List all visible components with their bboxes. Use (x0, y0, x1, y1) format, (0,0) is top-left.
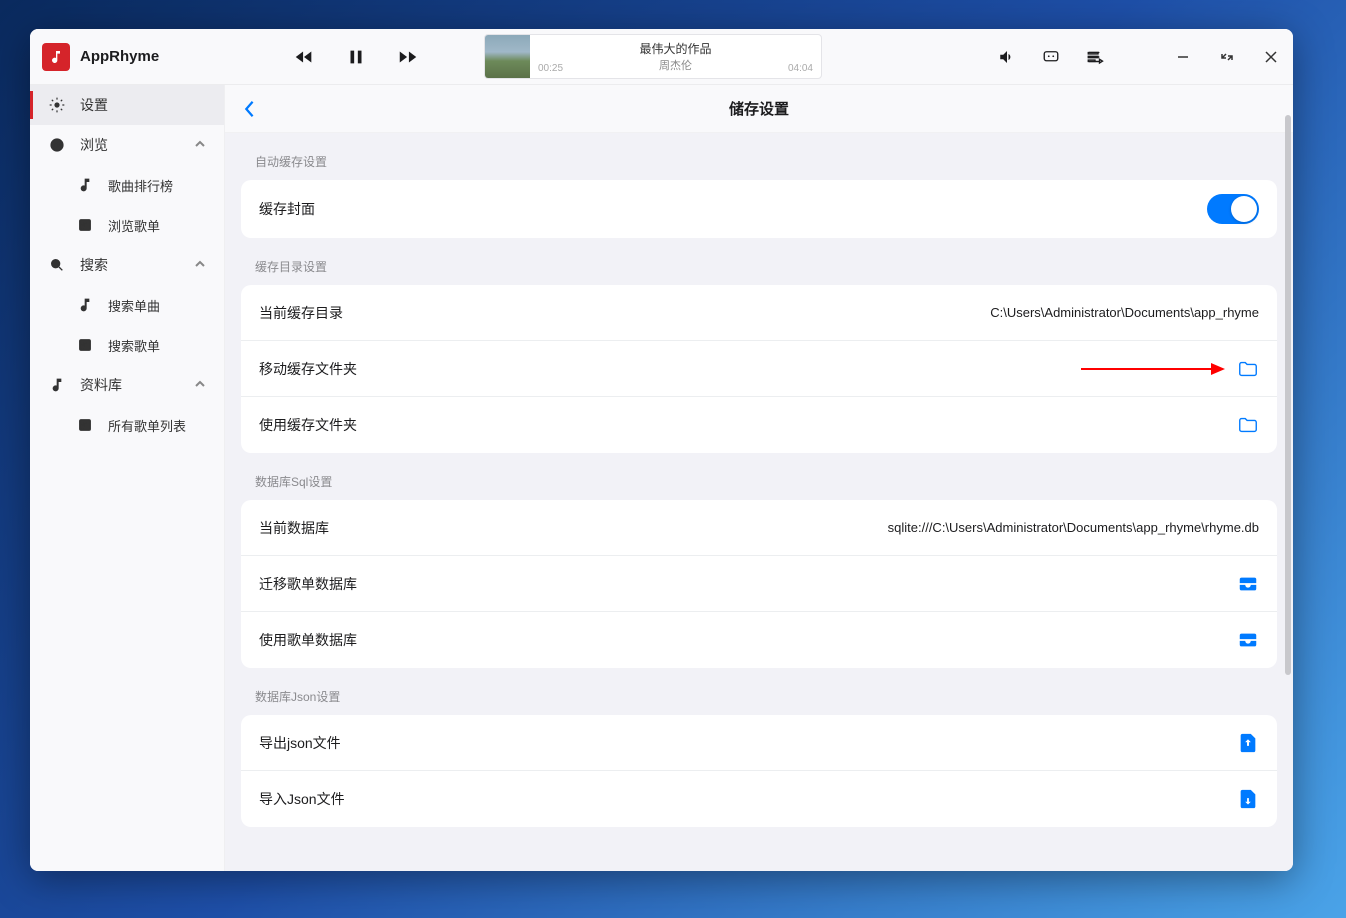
album-art (485, 34, 530, 79)
window-buttons (1173, 47, 1281, 67)
row-current-db: 当前数据库 sqlite:///C:\Users\Administrator\D… (241, 500, 1277, 556)
row-value: sqlite:///C:\Users\Administrator\Documen… (888, 520, 1259, 535)
row-label: 当前缓存目录 (259, 303, 343, 323)
row-label: 当前数据库 (259, 518, 329, 538)
sidebar-sub-search-playlists[interactable]: 搜索歌单 (30, 325, 224, 365)
titlebar-right (997, 47, 1281, 67)
subheader: 储存设置 (225, 85, 1293, 133)
next-button[interactable] (396, 45, 420, 69)
row-label: 导出json文件 (259, 733, 341, 753)
row-migrate-playlist-db[interactable]: 迁移歌单数据库 (241, 556, 1277, 612)
row-export-json[interactable]: 导出json文件 (241, 715, 1277, 771)
pause-button[interactable] (344, 45, 368, 69)
back-button[interactable] (237, 97, 261, 121)
chevron-up-icon (194, 257, 206, 273)
playlist-icon (76, 216, 94, 234)
card-cachedir: 当前缓存目录 C:\Users\Administrator\Documents\… (241, 285, 1277, 453)
sidebar-item-label: 搜索 (80, 255, 108, 275)
card-autocache: 缓存封面 (241, 180, 1277, 238)
row-use-cache-folder[interactable]: 使用缓存文件夹 (241, 397, 1277, 453)
sidebar-sub-browse-playlists[interactable]: 浏览歌单 (30, 205, 224, 245)
app-name: AppRhyme (80, 48, 159, 65)
now-playing-info: 最伟大的作品 周杰伦 00:25 04:04 (530, 35, 821, 78)
queue-icon[interactable] (1085, 47, 1105, 67)
row-current-cache-dir: 当前缓存目录 C:\Users\Administrator\Documents\… (241, 285, 1277, 341)
app-brand: AppRhyme (42, 43, 224, 71)
sidebar-item-label: 资料库 (80, 375, 122, 395)
volume-icon[interactable] (997, 47, 1017, 67)
total-time: 04:04 (788, 63, 813, 74)
body: 设置 浏览 歌曲排行榜 浏览歌单 搜索 搜索单曲 (30, 85, 1293, 871)
music-note-icon (48, 376, 66, 394)
section-label-dbjson: 数据库Json设置 (225, 668, 1293, 715)
row-cache-cover: 缓存封面 (241, 180, 1277, 238)
row-label: 使用歌单数据库 (259, 630, 357, 650)
sidebar-sub-label: 歌曲排行榜 (108, 176, 173, 195)
sidebar-item-search[interactable]: 搜索 (30, 245, 224, 285)
section-label-autocache: 自动缓存设置 (225, 133, 1293, 180)
minimize-button[interactable] (1173, 47, 1193, 67)
close-button[interactable] (1261, 47, 1281, 67)
content: 储存设置 自动缓存设置 缓存封面 缓存目录设置 当前缓存目录 C:\Users\… (225, 85, 1293, 871)
sidebar: 设置 浏览 歌曲排行榜 浏览歌单 搜索 搜索单曲 (30, 85, 225, 871)
sidebar-sub-label: 所有歌单列表 (108, 416, 186, 435)
sidebar-sub-label: 浏览歌单 (108, 216, 160, 235)
annotation-arrow (1081, 368, 1211, 370)
sidebar-item-settings[interactable]: 设置 (30, 85, 224, 125)
folder-icon[interactable] (1237, 358, 1259, 380)
row-use-playlist-db[interactable]: 使用歌单数据库 (241, 612, 1277, 668)
sidebar-sub-search-songs[interactable]: 搜索单曲 (30, 285, 224, 325)
card-dbsql: 当前数据库 sqlite:///C:\Users\Administrator\D… (241, 500, 1277, 668)
music-note-icon (76, 176, 94, 194)
chevron-up-icon (194, 377, 206, 393)
row-move-cache-folder[interactable]: 移动缓存文件夹 (241, 341, 1277, 397)
tray-icon[interactable] (1237, 629, 1259, 651)
card-dbjson: 导出json文件 导入Json文件 (241, 715, 1277, 827)
sidebar-sub-all-playlists[interactable]: 所有歌单列表 (30, 405, 224, 445)
row-value: C:\Users\Administrator\Documents\app_rhy… (990, 305, 1259, 320)
scrollbar[interactable] (1285, 115, 1291, 675)
sidebar-sub-label: 搜索歌单 (108, 336, 160, 355)
sidebar-item-label: 浏览 (80, 135, 108, 155)
track-title: 最伟大的作品 (639, 40, 711, 57)
tray-icon[interactable] (1237, 573, 1259, 595)
compass-icon (48, 136, 66, 154)
sidebar-sub-label: 搜索单曲 (108, 296, 160, 315)
app-window: AppRhyme 最伟大的作品 周杰伦 00:25 04:04 (30, 29, 1293, 871)
playlist-icon (76, 336, 94, 354)
lyrics-icon[interactable] (1041, 47, 1061, 67)
track-artist: 周杰伦 (659, 57, 692, 73)
file-download-icon[interactable] (1237, 788, 1259, 810)
sidebar-sub-song-ranking[interactable]: 歌曲排行榜 (30, 165, 224, 205)
playlist-icon (76, 416, 94, 434)
section-label-cachedir: 缓存目录设置 (225, 238, 1293, 285)
player-controls (292, 45, 420, 69)
sidebar-item-browse[interactable]: 浏览 (30, 125, 224, 165)
row-label: 缓存封面 (259, 199, 315, 219)
now-playing[interactable]: 最伟大的作品 周杰伦 00:25 04:04 (484, 34, 822, 79)
row-label: 使用缓存文件夹 (259, 415, 357, 435)
toggle-cache-cover[interactable] (1207, 194, 1259, 224)
titlebar: AppRhyme 最伟大的作品 周杰伦 00:25 04:04 (30, 29, 1293, 85)
music-note-icon (76, 296, 94, 314)
app-logo (42, 43, 70, 71)
sidebar-item-library[interactable]: 资料库 (30, 365, 224, 405)
sidebar-item-label: 设置 (80, 95, 108, 115)
search-icon (48, 256, 66, 274)
folder-icon[interactable] (1237, 414, 1259, 436)
settings-scroll[interactable]: 自动缓存设置 缓存封面 缓存目录设置 当前缓存目录 C:\Users\Admin… (225, 133, 1293, 871)
elapsed-time: 00:25 (538, 63, 563, 74)
previous-button[interactable] (292, 45, 316, 69)
row-import-json[interactable]: 导入Json文件 (241, 771, 1277, 827)
row-label: 移动缓存文件夹 (259, 359, 357, 379)
row-label: 导入Json文件 (259, 789, 345, 809)
row-label: 迁移歌单数据库 (259, 574, 357, 594)
chevron-up-icon (194, 137, 206, 153)
page-title: 储存设置 (729, 98, 789, 119)
maximize-button[interactable] (1217, 47, 1237, 67)
file-upload-icon[interactable] (1237, 732, 1259, 754)
section-label-dbsql: 数据库Sql设置 (225, 453, 1293, 500)
gear-icon (48, 96, 66, 114)
